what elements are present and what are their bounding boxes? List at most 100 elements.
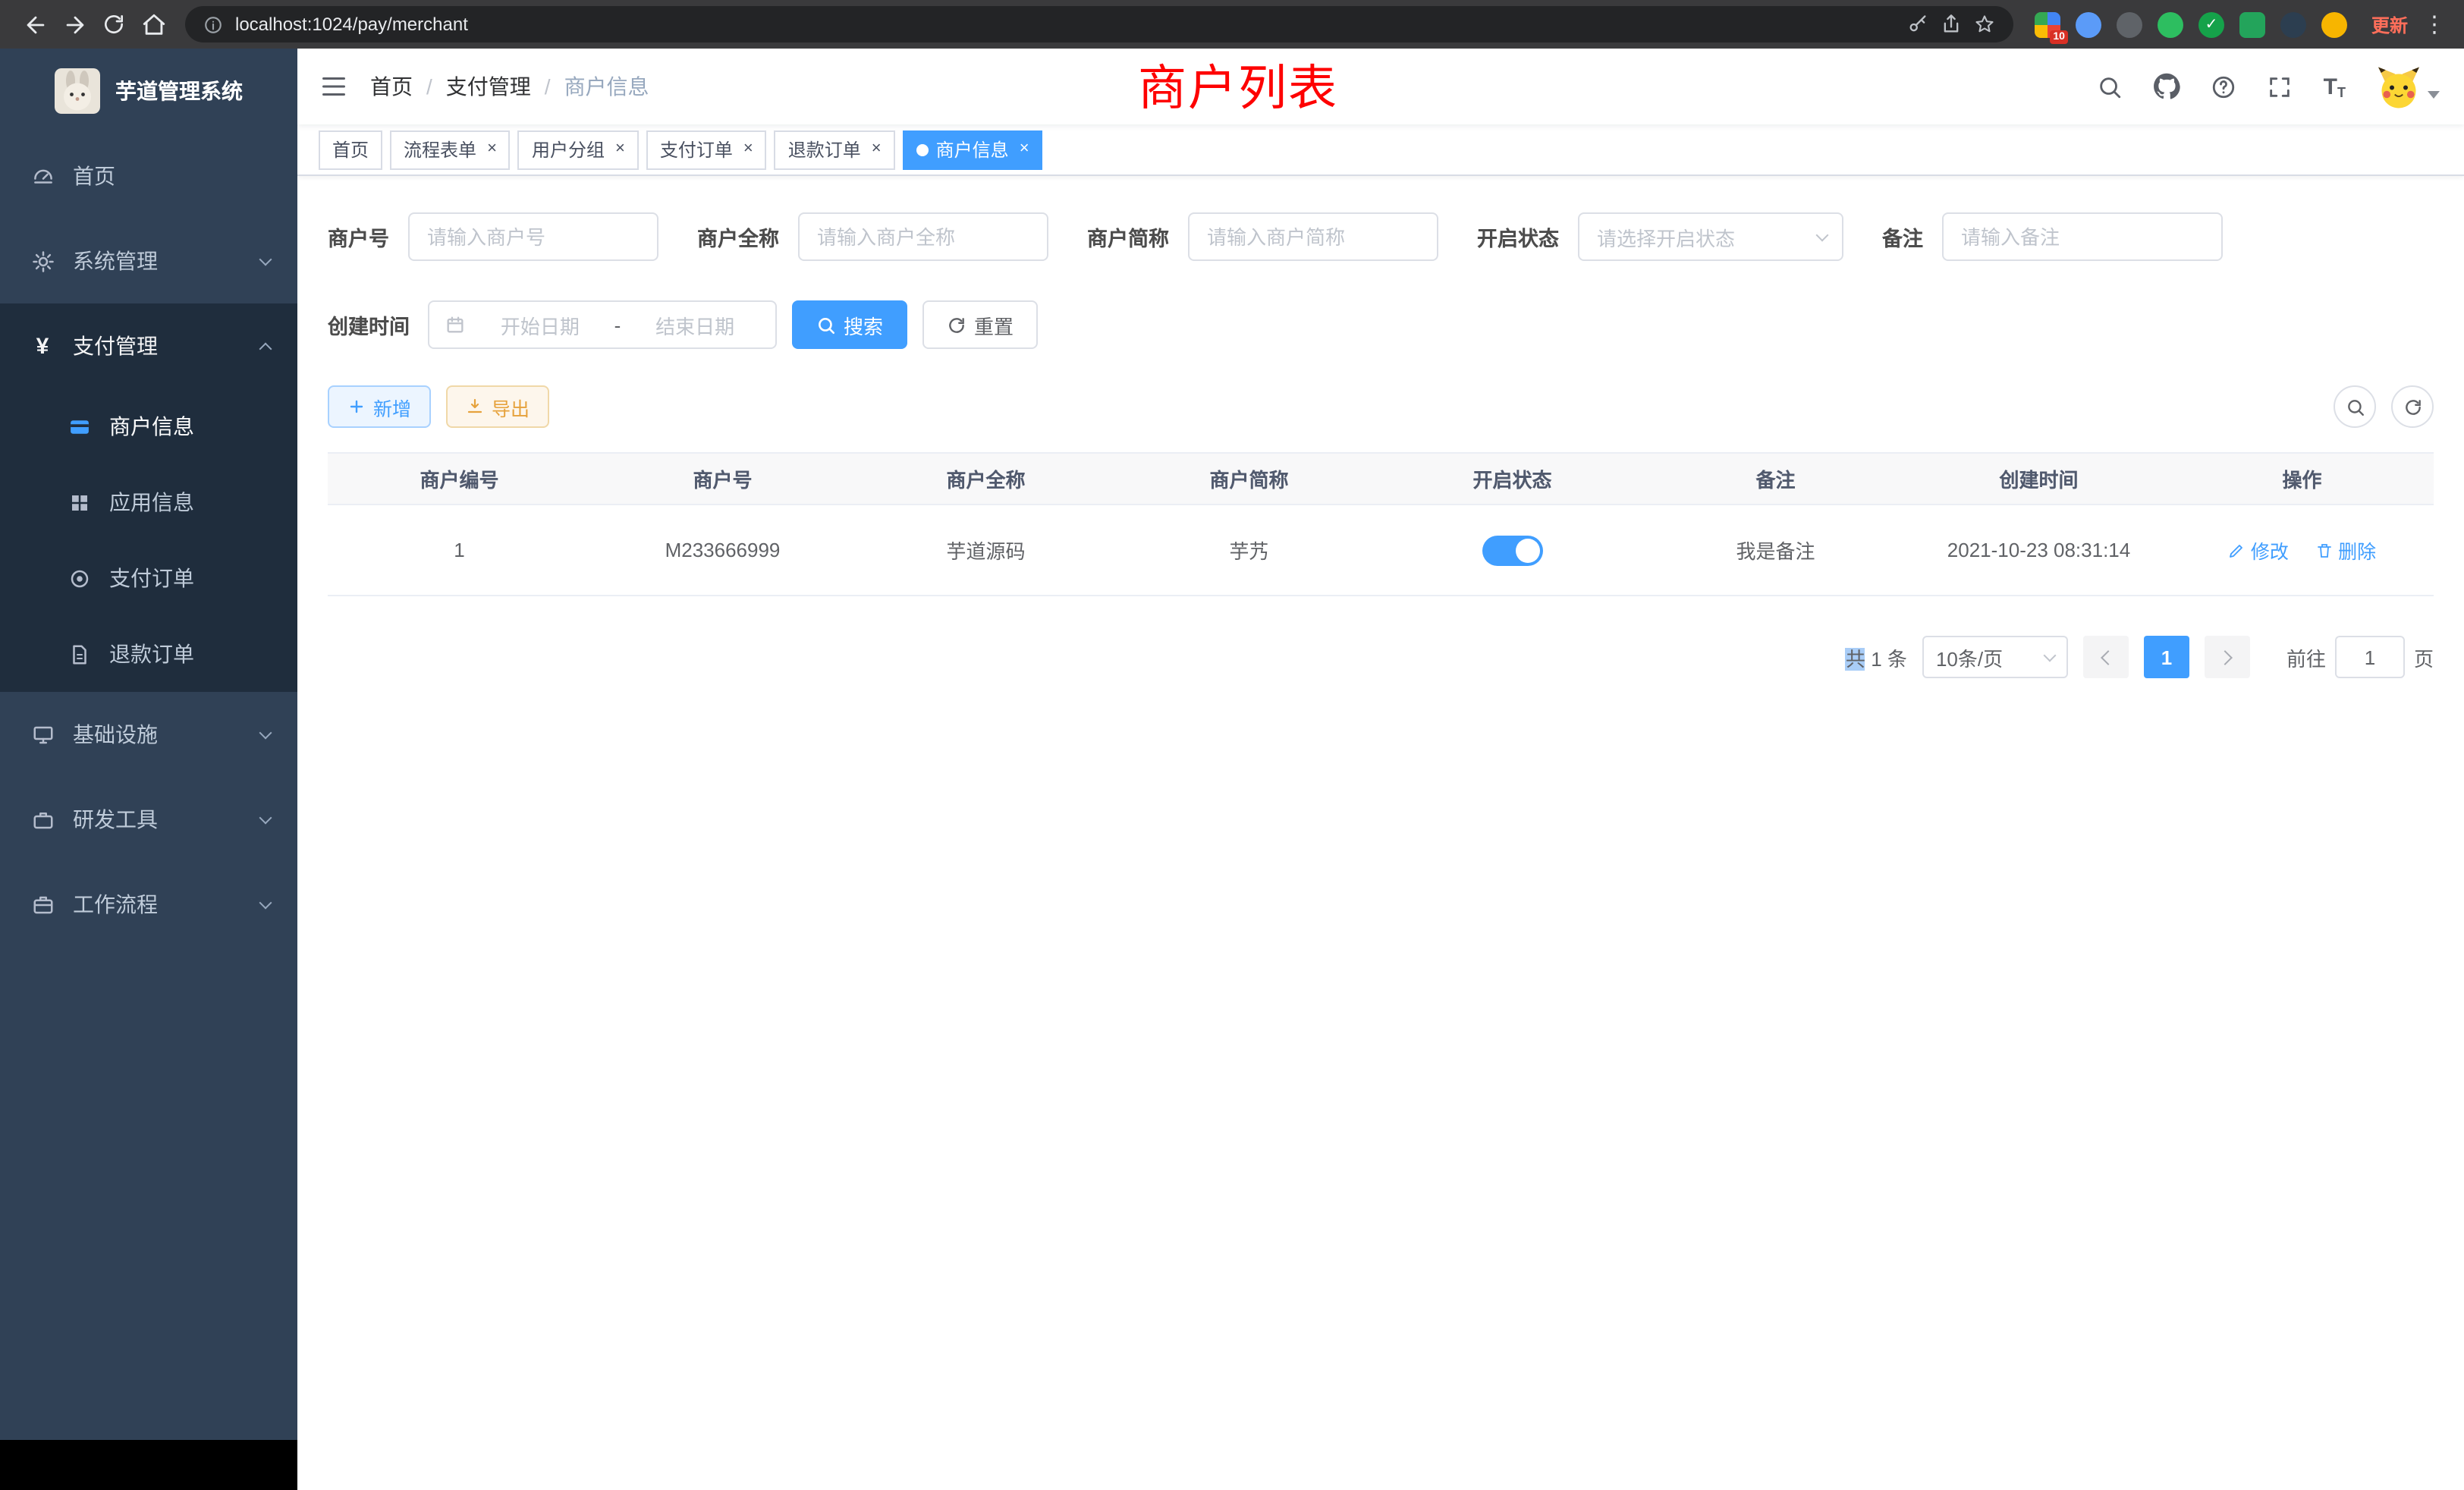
- extension-icon[interactable]: [2239, 11, 2265, 37]
- sidebar-item-pay-order[interactable]: 支付订单: [0, 540, 297, 616]
- sidebar-item-label: 应用信息: [109, 487, 194, 517]
- help-icon[interactable]: [2211, 74, 2237, 99]
- date-end-placeholder: 结束日期: [630, 310, 760, 339]
- filter-merchant-no: 商户号: [328, 212, 658, 261]
- sidebar-item-system[interactable]: 系统管理: [0, 218, 297, 303]
- filter-full-name: 商户全称: [697, 212, 1048, 261]
- site-info-icon[interactable]: [203, 14, 223, 34]
- merchant-no-input[interactable]: [407, 212, 658, 261]
- prev-page-button[interactable]: [2083, 636, 2129, 678]
- sidebar-logo[interactable]: 芋道管理系统: [0, 49, 297, 134]
- sidebar-item-label: 首页: [73, 161, 115, 191]
- cell-remark: 我是备注: [1644, 505, 1907, 596]
- next-page-button[interactable]: [2205, 636, 2250, 678]
- tab-merchant-info[interactable]: 商户信息×: [903, 130, 1043, 169]
- chevron-down-icon: [259, 253, 272, 266]
- page-size-select[interactable]: 10条/页: [1922, 636, 2068, 678]
- close-icon[interactable]: ×: [1020, 141, 1029, 158]
- export-button[interactable]: 导出: [446, 385, 549, 428]
- add-button[interactable]: 新增: [328, 385, 431, 428]
- search-button[interactable]: 搜索: [792, 300, 907, 349]
- chevron-left-icon: [2101, 649, 2116, 665]
- extension-icon[interactable]: ✓: [2198, 11, 2224, 37]
- sidebar-item-label: 商户信息: [109, 411, 194, 442]
- url-bar[interactable]: localhost:1024/pay/merchant: [185, 6, 2013, 42]
- filter-row-2: 创建时间 开始日期 - 结束日期 搜索 重置: [328, 300, 2434, 349]
- grid-icon: [67, 490, 91, 514]
- breadcrumb: 首页 / 支付管理 / 商户信息: [370, 71, 649, 102]
- remark-input[interactable]: [1941, 212, 2222, 261]
- short-name-input[interactable]: [1187, 212, 1438, 261]
- sidebar-item-dev-tools[interactable]: 研发工具: [0, 777, 297, 862]
- back-icon[interactable]: [15, 5, 55, 44]
- edit-link[interactable]: 修改: [2228, 536, 2289, 564]
- sidebar-item-infra[interactable]: 基础设施: [0, 692, 297, 777]
- key-icon[interactable]: [1907, 14, 1928, 35]
- reload-icon[interactable]: [94, 5, 134, 44]
- search-icon[interactable]: [2098, 74, 2123, 99]
- sidebar-item-refund-order[interactable]: 退款订单: [0, 616, 297, 692]
- breadcrumb-home[interactable]: 首页: [370, 71, 413, 102]
- tab-process-form[interactable]: 流程表单×: [390, 130, 511, 169]
- tab-home[interactable]: 首页: [319, 130, 382, 169]
- hamburger-icon[interactable]: [297, 73, 370, 100]
- close-icon[interactable]: ×: [743, 141, 753, 158]
- user-avatar[interactable]: [2376, 64, 2440, 109]
- sidebar-item-workflow[interactable]: 工作流程: [0, 862, 297, 947]
- extension-icon[interactable]: [2158, 11, 2183, 37]
- cell-create-time: 2021-10-23 08:31:14: [1907, 505, 2170, 596]
- sidebar-item-app-info[interactable]: 应用信息: [0, 464, 297, 540]
- sidebar-item-home[interactable]: 首页: [0, 134, 297, 218]
- delete-link[interactable]: 删除: [2315, 536, 2376, 564]
- goto-unit: 页: [2414, 643, 2434, 671]
- navbar-right: TT: [2098, 64, 2464, 109]
- sidebar-item-payment[interactable]: ¥ 支付管理: [0, 303, 297, 388]
- calendar-icon: [445, 314, 466, 335]
- chrome-menu-icon[interactable]: ⋮: [2423, 11, 2446, 38]
- extension-icon[interactable]: [2321, 11, 2347, 37]
- goto-page-input[interactable]: [2335, 636, 2405, 678]
- chrome-update-button[interactable]: 更新: [2371, 11, 2408, 37]
- extension-icon[interactable]: [2117, 11, 2142, 37]
- refresh-button[interactable]: [2391, 385, 2434, 428]
- github-icon[interactable]: [2154, 73, 2181, 100]
- date-range-picker[interactable]: 开始日期 - 结束日期: [428, 300, 777, 349]
- chevron-up-icon: [259, 343, 272, 356]
- sidebar-item-merchant-info[interactable]: 商户信息: [0, 388, 297, 464]
- page-1-button[interactable]: 1: [2144, 636, 2189, 678]
- breadcrumb-payment[interactable]: 支付管理: [446, 71, 531, 102]
- extension-icon[interactable]: [2280, 11, 2306, 37]
- reset-button[interactable]: 重置: [922, 300, 1038, 349]
- status-select[interactable]: 请选择开启状态: [1577, 212, 1843, 261]
- close-icon[interactable]: ×: [487, 141, 497, 158]
- logo-avatar: [55, 68, 100, 114]
- status-toggle[interactable]: [1482, 535, 1543, 565]
- toggle-search-button[interactable]: [2334, 385, 2376, 428]
- pagination: 共 1 条 10条/页 1 前往 页: [328, 636, 2434, 678]
- dashboard-icon: [30, 164, 55, 188]
- full-name-input[interactable]: [797, 212, 1048, 261]
- tab-user-group[interactable]: 用户分组×: [518, 130, 639, 169]
- close-icon[interactable]: ×: [615, 141, 625, 158]
- forward-icon[interactable]: [55, 5, 94, 44]
- sidebar-item-label: 基础设施: [73, 719, 158, 750]
- chevron-right-icon: [2217, 649, 2233, 665]
- tab-refund-order[interactable]: 退款订单×: [775, 130, 895, 169]
- home-icon[interactable]: [134, 5, 173, 44]
- fullscreen-icon[interactable]: [2268, 74, 2293, 99]
- bottom-strip: [0, 1440, 297, 1490]
- cell-actions: 修改 删除: [2170, 505, 2434, 596]
- briefcase-icon: [30, 892, 55, 916]
- share-icon[interactable]: [1941, 14, 1962, 35]
- extensions-icon[interactable]: 10: [2035, 11, 2060, 37]
- font-size-icon[interactable]: TT: [2324, 74, 2346, 99]
- bookmark-star-icon[interactable]: [1974, 14, 1995, 35]
- column-header: 商户编号: [328, 453, 591, 505]
- column-header: 开启状态: [1381, 453, 1644, 505]
- extension-icon[interactable]: [2076, 11, 2101, 37]
- url-text: localhost:1024/pay/merchant: [235, 14, 468, 35]
- sidebar-group-payment: ¥ 支付管理 商户信息 应用信息 支付订单 退款订单: [0, 303, 297, 692]
- close-icon[interactable]: ×: [872, 141, 882, 158]
- tab-pay-order[interactable]: 支付订单×: [646, 130, 767, 169]
- top-navbar: 首页 / 支付管理 / 商户信息 TT: [297, 49, 2464, 124]
